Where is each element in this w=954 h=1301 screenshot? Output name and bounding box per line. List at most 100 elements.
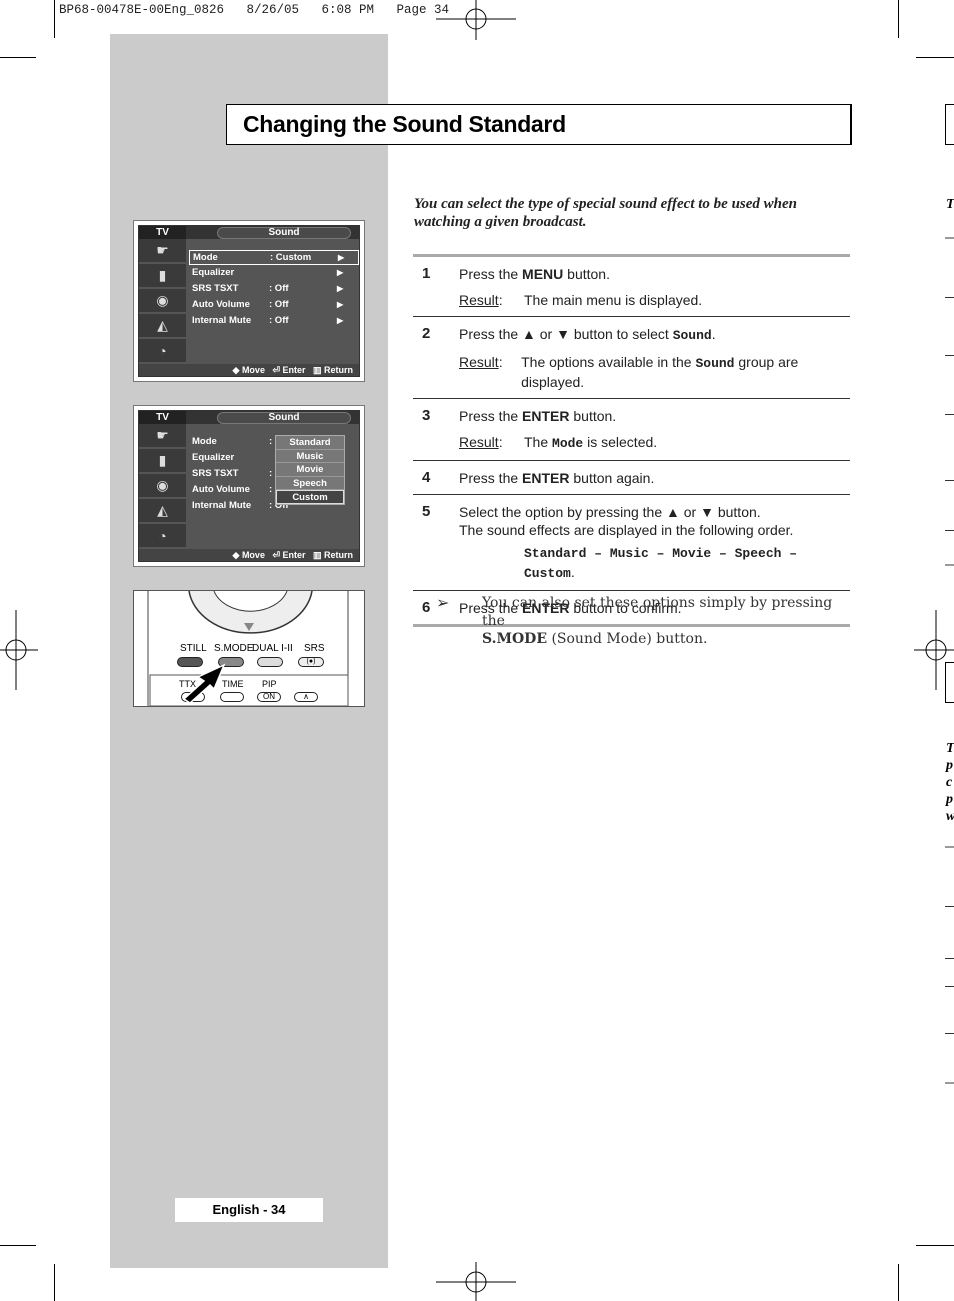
step-number: 5: [422, 503, 431, 520]
mode-dropdown: Standard Music Movie Speech Custom: [275, 435, 345, 505]
step-number: 4: [422, 469, 431, 486]
sound-order: Standard – Music – Movie – Speech – Cust…: [524, 546, 798, 581]
step-text: .: [711, 326, 716, 342]
still-label: STILL: [180, 643, 207, 654]
menu-row[interactable]: Auto Volume : Off ▶: [189, 298, 359, 313]
step-item: 4 Press the ENTER button again.: [413, 461, 850, 495]
pointer-arrow-icon: [182, 663, 226, 703]
setup-icon: ◭: [139, 499, 186, 524]
step-number: 6: [422, 599, 431, 616]
menu-tv-label: TV: [139, 226, 186, 239]
note: ➢ You can also set these options simply …: [436, 594, 856, 648]
step-text: Press the ▲ or ▼ button to select: [459, 326, 673, 342]
note-bold: S.MODE: [482, 631, 547, 647]
arrow-right-icon: ▶: [337, 284, 344, 293]
step-text: Select the option by pressing the ▲ or ▼…: [459, 504, 761, 520]
crop-mark: [898, 1264, 899, 1301]
input-icon: ◔: [139, 339, 186, 364]
step-text: button.: [563, 266, 610, 282]
step-text: The sound effects are displayed in the f…: [459, 522, 794, 538]
edge-fragment: T: [946, 197, 954, 212]
step-text: The options available in the: [521, 354, 696, 370]
registration-mark: [436, 0, 516, 40]
crop-mark: [0, 1245, 36, 1246]
step-item: 2 Press the ▲ or ▼ button to select Sound…: [413, 317, 850, 399]
crop-mark: [898, 0, 899, 38]
up-button[interactable]: ∧: [294, 692, 318, 702]
menu-row[interactable]: Equalizer ▶: [189, 266, 359, 281]
crop-mark: [0, 57, 36, 58]
dual-button[interactable]: [257, 657, 283, 667]
edge-fragment: p: [946, 792, 953, 807]
step-text: ENTER: [522, 470, 570, 486]
print-slug: BP68-00478E-00Eng_0826 8/26/05 6:08 PM P…: [59, 3, 450, 17]
arrow-right-icon: ▶: [337, 316, 344, 325]
menu-row[interactable]: Internal Mute : Off ▶: [189, 314, 359, 329]
pip-button[interactable]: ON: [257, 692, 281, 702]
step-text: button.: [569, 408, 617, 424]
menu-row-value: : Custom: [270, 252, 312, 263]
menu-row-value: : Off: [269, 283, 289, 294]
menu-row-value: : Off: [269, 315, 289, 326]
step-text: ENTER: [522, 408, 570, 424]
crop-mark: [916, 57, 954, 58]
picture-icon: ☛: [139, 239, 186, 264]
menu-row-value: :: [269, 436, 273, 447]
step-text: Press the: [459, 408, 523, 424]
step-item: 5 Select the option by pressing the ▲ or …: [413, 495, 850, 591]
setup-icon: ◭: [139, 314, 186, 339]
dropdown-option[interactable]: Standard: [276, 436, 344, 450]
menu-row-label: SRS TSXT: [192, 283, 239, 294]
menu-icon-column: ☛ ▮ ◉ ◭ ◔: [139, 424, 186, 551]
crop-mark: [916, 1245, 954, 1246]
step-text: The: [524, 434, 553, 450]
menu-tv-label: TV: [139, 411, 186, 424]
step-item: 1 Press the MENU button. Result: The main m…: [413, 257, 850, 317]
step-text: button again.: [569, 470, 655, 486]
menu-icon-column: ☛ ▮ ◉ ◭ ◔: [139, 239, 186, 366]
srs-button[interactable]: (●): [298, 657, 324, 667]
menu-row-label: Auto Volume: [192, 484, 250, 495]
step-text: Press the: [459, 266, 523, 282]
dropdown-option[interactable]: Custom: [276, 490, 344, 504]
registration-mark: [0, 610, 38, 690]
sound-icon: ▮: [139, 264, 186, 289]
menu-row-label: Auto Volume: [192, 299, 250, 310]
step-number: 2: [422, 325, 431, 342]
menu-row-label: Equalizer: [192, 452, 235, 463]
osd-menu-sound: TV Sound ☛ ▮ ◉ ◭ ◔ Mode: Custom ▶ Equalizer ▶ SRS…: [133, 220, 365, 382]
dual-label: DUAL I-II: [252, 643, 293, 654]
page-title: Changing the Sound Standard: [226, 104, 852, 145]
arrow-right-icon: ▶: [338, 253, 345, 262]
srs-label: SRS: [304, 643, 325, 654]
menu-row-label: Mode: [193, 252, 218, 263]
menu-row[interactable]: Mode : Custom ▶: [189, 250, 359, 265]
note-text-end: (Sound Mode) button.: [547, 631, 708, 647]
crop-mark: [54, 0, 55, 38]
registration-mark: [436, 1262, 516, 1301]
edge-fragment: w: [946, 808, 954, 825]
menu-row-value: : Off: [269, 299, 289, 310]
arrow-right-icon: ▶: [337, 300, 344, 309]
step-number: 3: [422, 407, 431, 424]
osd-menu-sound-mode: TV Sound ☛ ▮ ◉ ◭ ◔ Mode: Equalizer SRS TSXT: Aut…: [133, 405, 365, 567]
dropdown-option[interactable]: Speech: [276, 477, 344, 490]
menu-footer: ◆ Move ⏎ Enter ▥ Return: [139, 364, 359, 376]
menu-row-label: Internal Mute: [192, 315, 252, 326]
menu-row-value: :: [269, 484, 273, 495]
menu-row[interactable]: SRS TSXT : Off ▶: [189, 282, 359, 297]
dropdown-option[interactable]: Movie: [276, 463, 344, 477]
step-text: Sound: [672, 328, 712, 343]
result-label: Result:: [459, 354, 503, 370]
menu-footer: ◆ Move ⏎ Enter ▥ Return: [139, 549, 359, 561]
menu-row-value: :: [269, 468, 273, 479]
dropdown-option[interactable]: Music: [276, 450, 344, 463]
crop-mark: [54, 1264, 55, 1301]
sound-icon: ▮: [139, 449, 186, 474]
step-text: Mode: [552, 436, 584, 451]
channel-icon: ◉: [139, 474, 186, 499]
step-text: MENU: [522, 266, 564, 282]
arrowhead-icon: ➢: [436, 593, 450, 612]
menu-row-label: Internal Mute: [192, 500, 252, 511]
input-icon: ◔: [139, 524, 186, 549]
